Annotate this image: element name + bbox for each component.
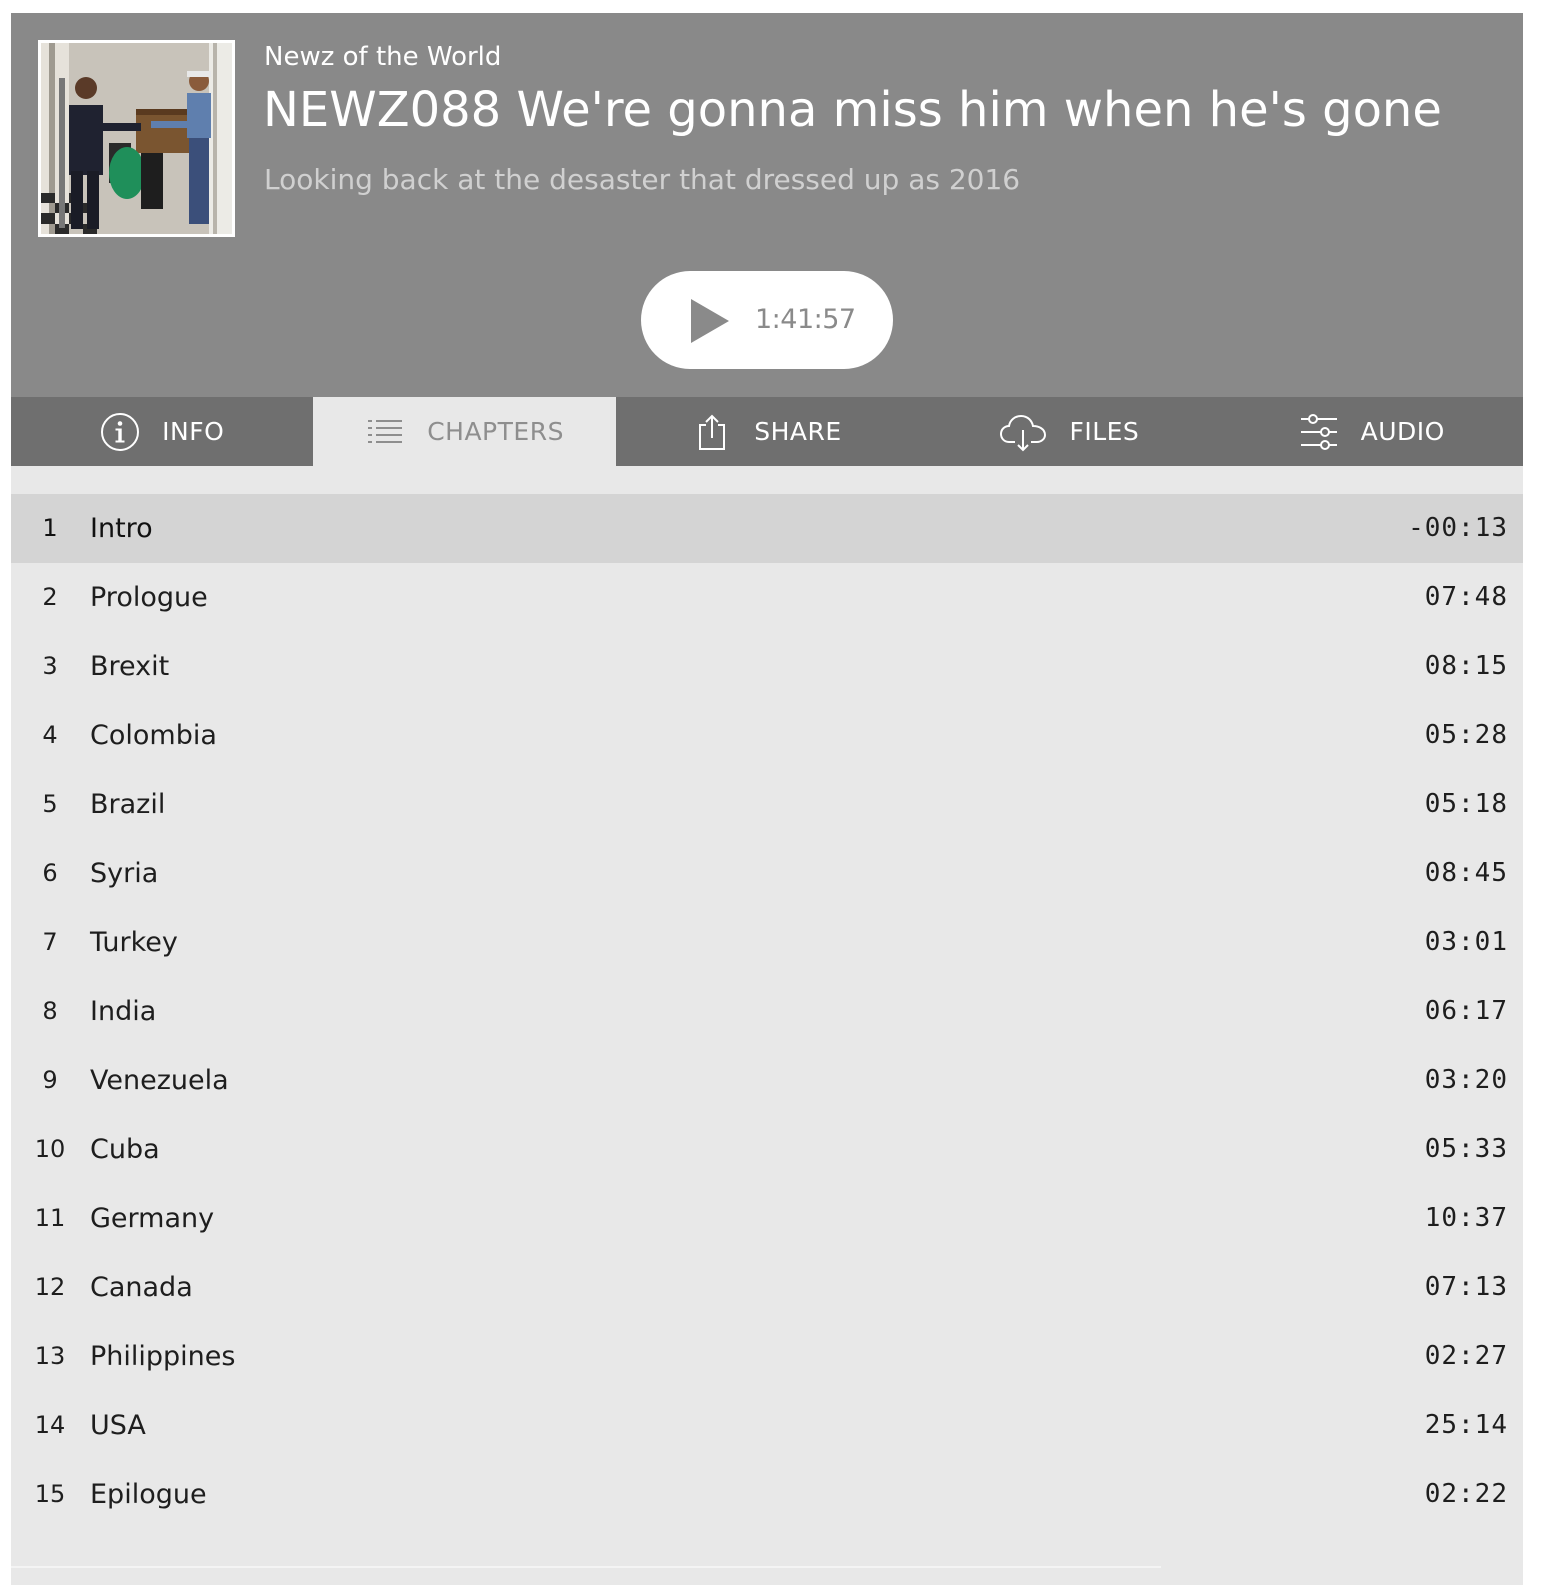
chapter-number: 14 <box>34 1411 66 1439</box>
cloud-download-icon <box>1000 414 1047 451</box>
tab-info-label: INFO <box>162 417 225 446</box>
tab-bar: INFO CHAPTERS SHARE FILES AUDIO <box>11 397 1523 466</box>
chapter-time: 03:01 <box>1424 927 1508 957</box>
info-icon <box>101 412 140 451</box>
chapter-title: India <box>90 996 157 1027</box>
chapter-row[interactable]: 7 Turkey 03:01 <box>11 908 1523 977</box>
chapter-title: Cuba <box>90 1134 160 1165</box>
tab-audio[interactable]: AUDIO <box>1221 397 1523 466</box>
chapter-title: Epilogue <box>90 1479 207 1510</box>
tab-chapters[interactable]: CHAPTERS <box>313 397 616 466</box>
tab-share[interactable]: SHARE <box>616 397 918 466</box>
episode-duration: 1:41:57 <box>755 304 856 335</box>
play-icon <box>691 299 729 343</box>
chapter-row[interactable]: 11 Germany 10:37 <box>11 1184 1523 1253</box>
chapter-title: Prologue <box>90 582 208 613</box>
chapter-time: 07:13 <box>1424 1272 1508 1302</box>
chapter-title: Turkey <box>90 927 178 958</box>
chapter-number: 11 <box>34 1204 66 1232</box>
chapter-time: 05:28 <box>1424 720 1508 750</box>
chapter-row[interactable]: 1 Intro -00:13 <box>11 494 1523 563</box>
episode-subtitle: Looking back at the desaster that dresse… <box>264 163 1021 196</box>
chapter-row[interactable]: 15 Epilogue 02:22 <box>11 1460 1523 1529</box>
chapter-number: 9 <box>42 1066 58 1094</box>
chapter-title: Colombia <box>90 720 217 751</box>
chapter-title: Brazil <box>90 789 166 820</box>
chapter-title: Canada <box>90 1272 193 1303</box>
chapter-number: 2 <box>42 583 58 611</box>
chapter-time: 08:15 <box>1424 651 1508 681</box>
chapter-time: 05:33 <box>1424 1134 1508 1164</box>
chapter-row[interactable]: 5 Brazil 05:18 <box>11 770 1523 839</box>
chapter-time: 02:22 <box>1424 1479 1508 1509</box>
chapter-time: -00:13 <box>1408 513 1508 543</box>
chapter-row[interactable]: 9 Venezuela 03:20 <box>11 1046 1523 1115</box>
chapter-number: 6 <box>42 859 58 887</box>
chapter-row[interactable]: 3 Brexit 08:15 <box>11 632 1523 701</box>
episode-title: NEWZ088 We're gonna miss him when he's g… <box>263 82 1442 138</box>
chapter-title: Germany <box>90 1203 215 1234</box>
chapter-time: 05:18 <box>1424 789 1508 819</box>
chapter-number: 13 <box>34 1342 66 1370</box>
chapter-row[interactable]: 2 Prologue 07:48 <box>11 563 1523 632</box>
chapter-number: 15 <box>34 1480 66 1508</box>
chapter-number: 5 <box>42 790 58 818</box>
chapter-title: Intro <box>90 513 153 544</box>
chapter-number: 7 <box>42 928 58 956</box>
episode-cover-photo <box>41 43 232 234</box>
chapter-time: 03:20 <box>1424 1065 1508 1095</box>
chapter-number: 10 <box>34 1135 66 1163</box>
chapter-title: Syria <box>90 858 159 889</box>
play-button[interactable]: 1:41:57 <box>641 271 893 369</box>
chapter-time: 10:37 <box>1424 1203 1508 1233</box>
chapter-row[interactable]: 8 India 06:17 <box>11 977 1523 1046</box>
show-title: Newz of the World <box>264 42 502 72</box>
chapter-title: Brexit <box>90 651 170 682</box>
chapter-time: 07:48 <box>1424 582 1508 612</box>
chapter-time: 02:27 <box>1424 1341 1508 1371</box>
share-icon <box>699 414 726 450</box>
chapter-number: 4 <box>42 721 58 749</box>
chapter-time: 08:45 <box>1424 858 1508 888</box>
chapter-row[interactable]: 6 Syria 08:45 <box>11 839 1523 908</box>
chapter-row[interactable]: 4 Colombia 05:28 <box>11 701 1523 770</box>
tab-files-label: FILES <box>1069 417 1140 446</box>
chapter-title: Philippines <box>90 1341 236 1372</box>
chapter-number: 1 <box>42 514 58 542</box>
tab-share-label: SHARE <box>754 417 842 446</box>
player-header: Newz of the World NEWZ088 We're gonna mi… <box>11 13 1523 397</box>
tab-chapters-label: CHAPTERS <box>427 417 564 446</box>
sliders-icon <box>1300 413 1337 450</box>
chapter-title: Venezuela <box>90 1065 229 1096</box>
tab-files[interactable]: FILES <box>918 397 1220 466</box>
chapter-row[interactable]: 10 Cuba 05:33 <box>11 1115 1523 1184</box>
chapter-number: 8 <box>42 997 58 1025</box>
chapter-row[interactable]: 13 Philippines 02:27 <box>11 1322 1523 1391</box>
tab-audio-label: AUDIO <box>1360 417 1445 446</box>
podcast-player: Newz of the World NEWZ088 We're gonna mi… <box>11 13 1523 1585</box>
chapter-list: 1 Intro -00:13 2 Prologue 07:48 3 Brexit… <box>11 494 1523 1529</box>
tab-info[interactable]: INFO <box>11 397 313 466</box>
chapter-time: 25:14 <box>1424 1410 1508 1440</box>
chapter-number: 3 <box>42 652 58 680</box>
chapter-row[interactable]: 12 Canada 07:13 <box>11 1253 1523 1322</box>
chapter-time: 06:17 <box>1424 996 1508 1026</box>
chapter-number: 12 <box>34 1273 66 1301</box>
chapter-title: USA <box>90 1410 146 1441</box>
list-icon <box>368 419 403 443</box>
scroll-indicator <box>11 1566 1161 1568</box>
chapter-row[interactable]: 14 USA 25:14 <box>11 1391 1523 1460</box>
episode-cover-image <box>38 40 235 237</box>
